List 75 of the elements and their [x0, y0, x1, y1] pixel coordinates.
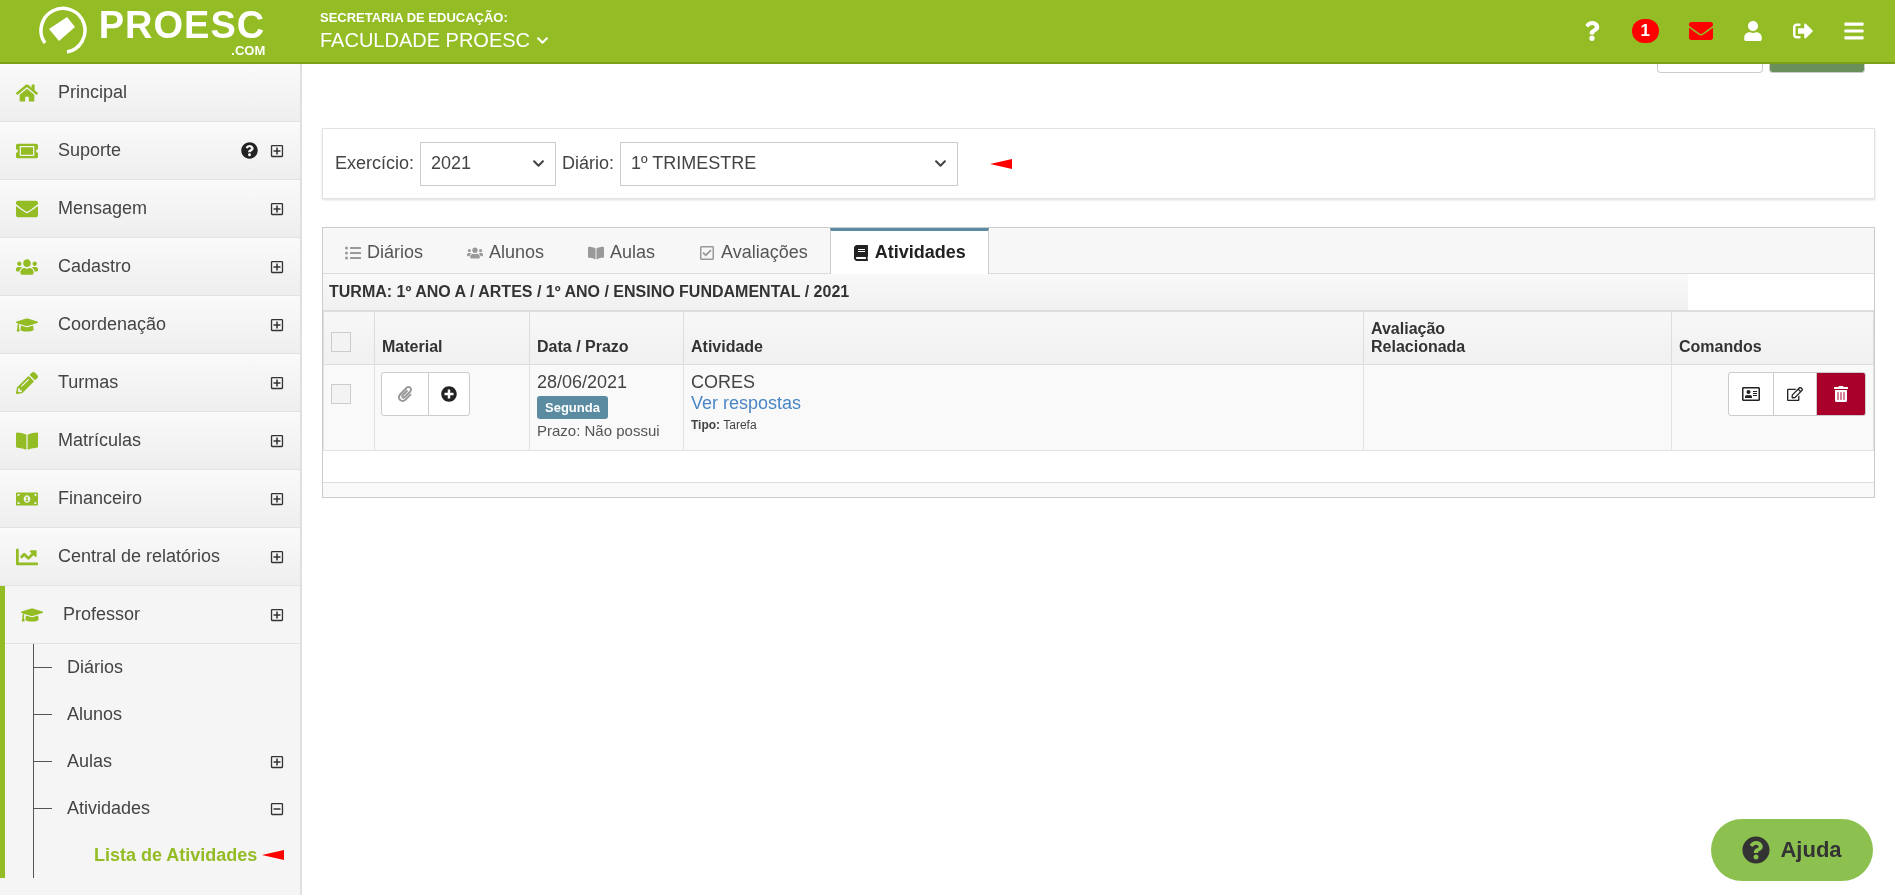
pointer-arrow-icon: [262, 850, 284, 860]
sidebar-subitem[interactable]: Aulas: [67, 751, 258, 772]
expand-icon[interactable]: [270, 607, 284, 622]
tab[interactable]: Aulas: [566, 228, 678, 274]
date-text: 28/06/2021: [537, 372, 629, 393]
pointer-arrow-icon: [990, 158, 1013, 169]
sidebar-item[interactable]: Mensagem: [0, 180, 300, 238]
expand-icon[interactable]: [270, 754, 284, 769]
pencil-icon: [16, 371, 38, 394]
edit-button[interactable]: [1773, 372, 1817, 416]
home-icon: [16, 81, 38, 104]
expand-icon[interactable]: [270, 143, 284, 158]
select-field[interactable]: 2021: [420, 141, 557, 186]
delete-button[interactable]: [1816, 372, 1866, 416]
logo-subtext: .COM: [231, 43, 266, 57]
tab[interactable]: Diários: [323, 228, 445, 274]
add-button[interactable]: [428, 372, 470, 416]
help-button[interactable]: Ajuda: [1711, 819, 1873, 881]
sidebar-item[interactable]: Turmas: [0, 354, 300, 412]
trash-icon: [1833, 386, 1849, 402]
sidebar-item[interactable]: Matrículas: [0, 412, 300, 470]
weekday-badge: Segunda: [537, 396, 608, 419]
expand-icon[interactable]: [270, 201, 284, 216]
class-info: TURMA: 1º ANO A / ARTES / 1º ANO / ENSINO FUNDAMENTAL / 2021: [323, 274, 1688, 310]
sidebar-subitem[interactable]: Alunos: [67, 704, 284, 725]
open-book-icon: [16, 429, 38, 452]
chevron-down-icon: [536, 34, 550, 47]
filter-label: Exercício:: [335, 153, 415, 174]
expand-icon[interactable]: [270, 317, 284, 332]
checkbox-icon: [699, 244, 716, 261]
column-header: Data / Prazo: [529, 311, 684, 365]
notification-badge[interactable]: 1: [1631, 19, 1659, 43]
expand-icon[interactable]: [270, 433, 284, 448]
column-header: Atividade: [683, 311, 1364, 365]
chevron-down-icon: [532, 157, 546, 170]
help-icon[interactable]: [241, 142, 258, 159]
deadline-text: Prazo: Não possui: [537, 422, 661, 439]
sidebar-item[interactable]: Central de relatórios: [0, 528, 300, 586]
secretaria-label: SECRETARIA DE EDUCAÇÃO:: [320, 10, 509, 25]
logo-icon: [36, 5, 89, 57]
expand-icon[interactable]: [270, 491, 284, 506]
tab[interactable]: Atividades: [829, 228, 989, 274]
id-card-icon: [1742, 385, 1760, 403]
expand-icon[interactable]: [270, 259, 284, 274]
sidebar-item[interactable]: Cadastro: [0, 238, 300, 296]
select-field[interactable]: 1º TRIMESTRE: [620, 141, 959, 186]
id-card-button[interactable]: [1728, 372, 1774, 416]
chevron-down-icon: [934, 157, 948, 170]
sidebar-item[interactable]: Coordenação: [0, 296, 300, 354]
checkbox[interactable]: [331, 332, 351, 352]
sidebar-subitem[interactable]: Atividades: [67, 798, 258, 819]
tab[interactable]: Alunos: [445, 228, 567, 274]
expand-icon[interactable]: [270, 375, 284, 390]
help-icon: [1742, 836, 1771, 864]
expand-icon[interactable]: [270, 549, 284, 564]
sidebar-subitem[interactable]: Diários: [67, 657, 284, 678]
paperclip-icon: [397, 386, 413, 402]
activity-name: CORES: [691, 372, 756, 393]
answers-link[interactable]: Ver respostas: [691, 393, 1356, 414]
sidebar-item[interactable]: Financeiro: [0, 470, 300, 528]
filter-label: Diário:: [562, 153, 615, 174]
open-book-icon: [588, 244, 605, 261]
column-header: Comandos: [1671, 311, 1874, 365]
collapse-icon[interactable]: [270, 801, 284, 816]
column-header: Material: [374, 311, 530, 365]
column-header: Avaliação Relacionada: [1363, 311, 1672, 365]
logo-text: PROESC: [98, 5, 266, 44]
book-icon: [852, 244, 869, 261]
type-text: Tipo: Tarefa: [691, 418, 758, 432]
sidebar-item[interactable]: Suporte: [0, 122, 300, 180]
edit-icon: [1787, 386, 1803, 402]
list-icon: [345, 244, 361, 261]
checkbox[interactable]: [331, 384, 351, 404]
sidebar-item[interactable]: Principal: [0, 64, 300, 122]
tab[interactable]: Avaliações: [677, 228, 830, 274]
